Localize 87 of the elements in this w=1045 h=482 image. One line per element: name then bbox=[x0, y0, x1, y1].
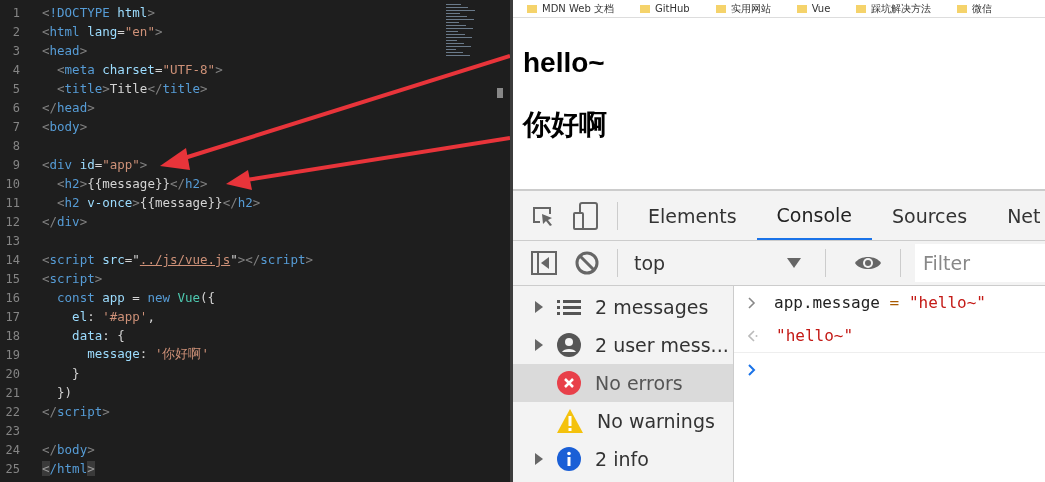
bookmark[interactable]: 微信 bbox=[957, 1, 993, 16]
bookmark[interactable]: 踩坑解决方法 bbox=[856, 1, 932, 16]
line-number: 5 bbox=[11, 81, 20, 96]
sidebar-item[interactable]: 2 messages bbox=[513, 288, 733, 326]
code-line: <script> bbox=[42, 271, 103, 286]
minimap[interactable] bbox=[446, 4, 475, 56]
line-number: 23 bbox=[4, 423, 20, 438]
devtools-tab[interactable]: Net bbox=[987, 191, 1045, 240]
sidebar-item[interactable]: No warnings bbox=[513, 402, 733, 440]
line-number: 8 bbox=[11, 138, 20, 153]
code-line: }) bbox=[56, 385, 73, 400]
page-heading: hello~ bbox=[523, 46, 606, 80]
line-number: 24 bbox=[4, 442, 20, 457]
result-arrow-icon bbox=[748, 329, 758, 342]
line-number: 21 bbox=[4, 385, 20, 400]
code-line: </body> bbox=[42, 442, 95, 457]
code-line: <head> bbox=[42, 43, 88, 58]
line-number: 1 bbox=[11, 5, 20, 20]
code-line: <h2>{{message}}</h2> bbox=[56, 176, 208, 191]
line-number: 18 bbox=[4, 328, 20, 343]
info-icon bbox=[557, 447, 581, 471]
context-dropdown[interactable]: top bbox=[628, 252, 807, 274]
code-line: data: { bbox=[71, 328, 125, 343]
code-line: <meta charset="UTF-8"> bbox=[56, 62, 223, 77]
devtools-tab[interactable]: Console bbox=[756, 191, 872, 240]
filter-field[interactable]: Filter bbox=[915, 244, 1045, 282]
console-text: app.message = "hello~" bbox=[774, 293, 986, 312]
warning-icon bbox=[557, 409, 583, 433]
line-number: 14 bbox=[4, 252, 20, 267]
code-line: <title>Title</title> bbox=[56, 81, 208, 96]
line-number: 19 bbox=[4, 347, 20, 362]
devtools-tab[interactable]: Sources bbox=[872, 191, 988, 240]
line-number: 17 bbox=[4, 309, 20, 324]
prompt-icon[interactable] bbox=[748, 363, 756, 376]
bookmark[interactable]: MDN Web 文档 bbox=[527, 1, 614, 16]
device-icon[interactable] bbox=[573, 201, 599, 230]
code-line: <div id="app"> bbox=[42, 157, 148, 172]
sidebar-item[interactable]: No errors bbox=[513, 364, 733, 402]
page-heading: 你好啊 bbox=[523, 108, 608, 142]
line-number: 15 bbox=[4, 271, 20, 286]
bookmark[interactable]: Vue bbox=[796, 3, 831, 14]
line-number: 3 bbox=[11, 43, 20, 58]
input-prompt-icon bbox=[748, 296, 756, 309]
caret-icon bbox=[787, 258, 801, 268]
bookmark[interactable]: GitHub bbox=[639, 3, 690, 14]
eye-icon[interactable] bbox=[854, 254, 882, 272]
code-line: } bbox=[71, 366, 80, 381]
line-number: 12 bbox=[4, 214, 20, 229]
sidebar-item[interactable]: 2 user mess... bbox=[513, 326, 733, 364]
clear-icon[interactable] bbox=[575, 251, 599, 275]
line-number: 25 bbox=[4, 461, 20, 476]
line-number: 2 bbox=[11, 24, 20, 39]
line-number: 13 bbox=[4, 233, 20, 248]
code-line: </html> bbox=[42, 461, 95, 476]
code-line: <script src="../js/vue.js"></script> bbox=[42, 252, 313, 267]
error-icon bbox=[557, 371, 581, 395]
expand-icon[interactable] bbox=[535, 453, 543, 465]
bookmark[interactable]: 实用网站 bbox=[715, 1, 771, 16]
line-number: 10 bbox=[4, 176, 20, 191]
code-line: <h2 v-once>{{message}}</h2> bbox=[56, 195, 261, 210]
code-line: message: '你好啊' bbox=[86, 346, 209, 363]
line-number: 11 bbox=[4, 195, 20, 210]
code-line: const app = new Vue({ bbox=[56, 290, 216, 305]
line-number: 7 bbox=[11, 119, 20, 134]
line-number: 4 bbox=[11, 62, 20, 77]
code-editor[interactable] bbox=[0, 0, 510, 482]
code-line: el: '#app', bbox=[71, 309, 155, 324]
sidebar-item[interactable]: 2 info bbox=[513, 440, 733, 478]
devtools-tab[interactable]: Elements bbox=[628, 191, 757, 240]
code-line: <html lang="en"> bbox=[42, 24, 163, 39]
line-number: 16 bbox=[4, 290, 20, 305]
line-number: 22 bbox=[4, 404, 20, 419]
scrollbar[interactable] bbox=[497, 88, 503, 98]
code-line: <!DOCTYPE html> bbox=[42, 5, 155, 20]
code-line: </head> bbox=[42, 100, 95, 115]
console-text: "hello~" bbox=[776, 326, 854, 345]
code-line: </script> bbox=[42, 404, 110, 419]
user-icon bbox=[557, 333, 581, 357]
code-line: <body> bbox=[42, 119, 88, 134]
line-number: 20 bbox=[4, 366, 20, 381]
sidebar-toggle-icon[interactable] bbox=[531, 251, 557, 275]
expand-icon[interactable] bbox=[535, 339, 543, 351]
code-line: </div> bbox=[42, 214, 88, 229]
list-icon bbox=[557, 299, 581, 315]
expand-icon[interactable] bbox=[535, 301, 543, 313]
line-number: 6 bbox=[11, 100, 20, 115]
line-number: 9 bbox=[11, 157, 20, 172]
